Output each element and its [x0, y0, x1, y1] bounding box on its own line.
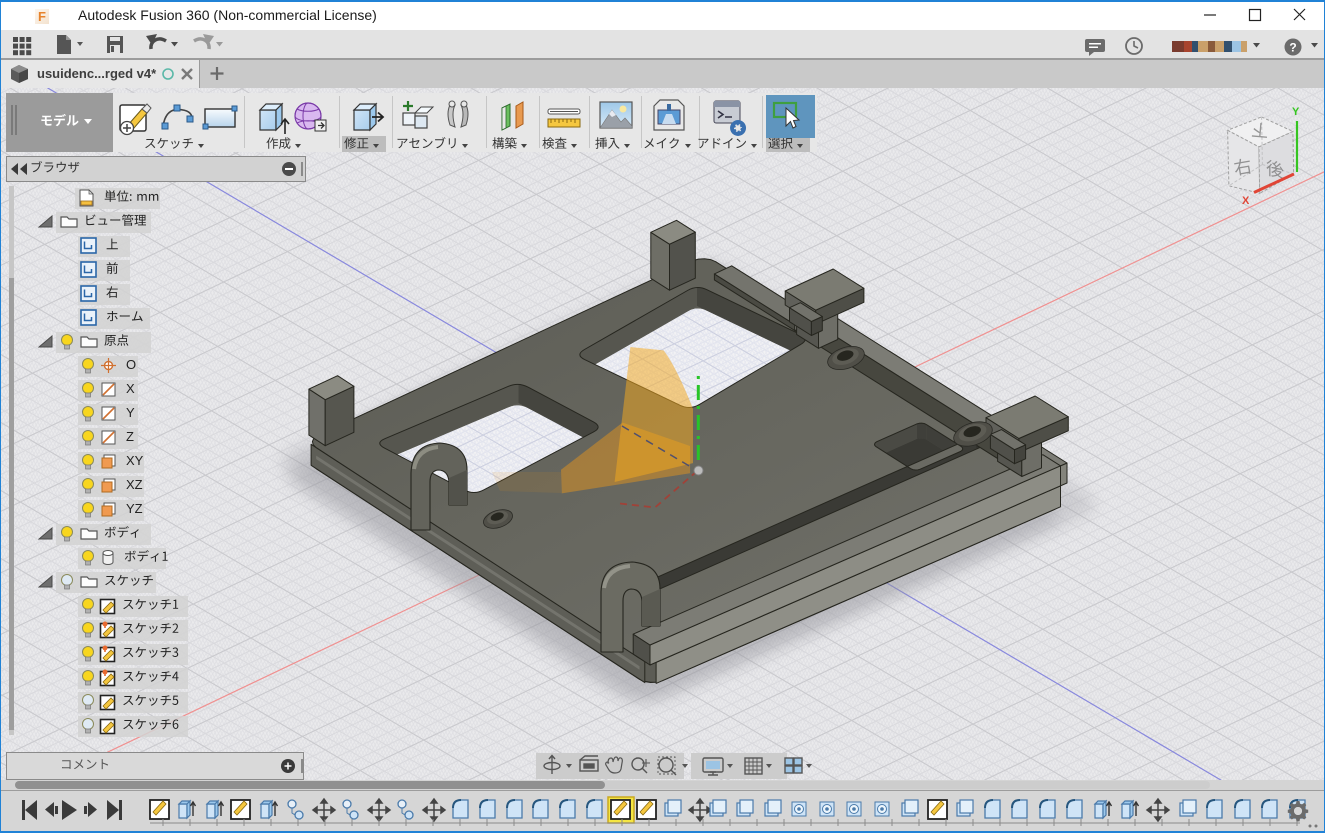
svg-text:?: ? — [1289, 41, 1296, 55]
svg-text:X: X — [1242, 195, 1250, 207]
